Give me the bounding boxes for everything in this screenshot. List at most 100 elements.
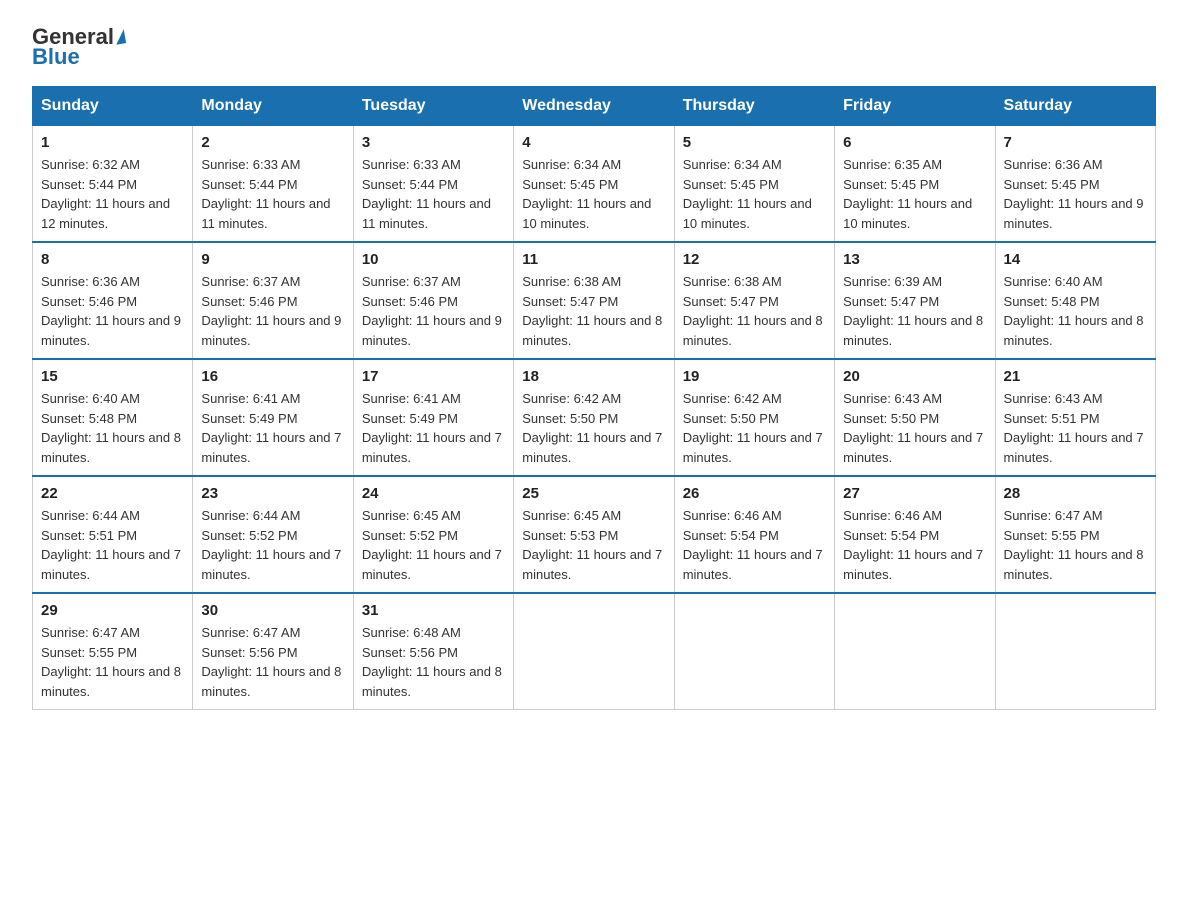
calendar-cell: 26 Sunrise: 6:46 AM Sunset: 5:54 PM Dayl… — [674, 476, 834, 593]
day-info: Sunrise: 6:48 AM Sunset: 5:56 PM Dayligh… — [362, 623, 505, 701]
day-number: 5 — [683, 134, 826, 151]
calendar-cell: 1 Sunrise: 6:32 AM Sunset: 5:44 PM Dayli… — [33, 126, 193, 243]
day-info: Sunrise: 6:47 AM Sunset: 5:55 PM Dayligh… — [1004, 506, 1147, 584]
day-info: Sunrise: 6:35 AM Sunset: 5:45 PM Dayligh… — [843, 155, 986, 233]
calendar-header-monday: Monday — [193, 87, 353, 126]
day-number: 22 — [41, 485, 184, 502]
calendar-table: SundayMondayTuesdayWednesdayThursdayFrid… — [32, 86, 1156, 710]
day-number: 18 — [522, 368, 665, 385]
day-number: 25 — [522, 485, 665, 502]
day-info: Sunrise: 6:41 AM Sunset: 5:49 PM Dayligh… — [201, 389, 344, 467]
page-header: General Blue — [32, 24, 1156, 70]
calendar-header-row: SundayMondayTuesdayWednesdayThursdayFrid… — [33, 87, 1156, 126]
calendar-week-row: 22 Sunrise: 6:44 AM Sunset: 5:51 PM Dayl… — [33, 476, 1156, 593]
day-info: Sunrise: 6:45 AM Sunset: 5:53 PM Dayligh… — [522, 506, 665, 584]
day-info: Sunrise: 6:47 AM Sunset: 5:56 PM Dayligh… — [201, 623, 344, 701]
day-number: 12 — [683, 251, 826, 268]
day-info: Sunrise: 6:34 AM Sunset: 5:45 PM Dayligh… — [683, 155, 826, 233]
day-info: Sunrise: 6:43 AM Sunset: 5:50 PM Dayligh… — [843, 389, 986, 467]
day-info: Sunrise: 6:36 AM Sunset: 5:45 PM Dayligh… — [1004, 155, 1147, 233]
calendar-header-tuesday: Tuesday — [353, 87, 513, 126]
day-info: Sunrise: 6:42 AM Sunset: 5:50 PM Dayligh… — [522, 389, 665, 467]
day-number: 14 — [1004, 251, 1147, 268]
calendar-week-row: 29 Sunrise: 6:47 AM Sunset: 5:55 PM Dayl… — [33, 593, 1156, 710]
calendar-cell — [674, 593, 834, 710]
calendar-cell: 14 Sunrise: 6:40 AM Sunset: 5:48 PM Dayl… — [995, 242, 1155, 359]
logo-triangle-icon — [114, 29, 126, 45]
day-number: 6 — [843, 134, 986, 151]
day-info: Sunrise: 6:40 AM Sunset: 5:48 PM Dayligh… — [1004, 272, 1147, 350]
calendar-cell: 21 Sunrise: 6:43 AM Sunset: 5:51 PM Dayl… — [995, 359, 1155, 476]
calendar-cell: 20 Sunrise: 6:43 AM Sunset: 5:50 PM Dayl… — [835, 359, 995, 476]
day-number: 20 — [843, 368, 986, 385]
calendar-cell: 27 Sunrise: 6:46 AM Sunset: 5:54 PM Dayl… — [835, 476, 995, 593]
calendar-cell: 19 Sunrise: 6:42 AM Sunset: 5:50 PM Dayl… — [674, 359, 834, 476]
calendar-week-row: 1 Sunrise: 6:32 AM Sunset: 5:44 PM Dayli… — [33, 126, 1156, 243]
calendar-cell: 9 Sunrise: 6:37 AM Sunset: 5:46 PM Dayli… — [193, 242, 353, 359]
calendar-cell: 7 Sunrise: 6:36 AM Sunset: 5:45 PM Dayli… — [995, 126, 1155, 243]
calendar-header-thursday: Thursday — [674, 87, 834, 126]
calendar-cell: 22 Sunrise: 6:44 AM Sunset: 5:51 PM Dayl… — [33, 476, 193, 593]
day-info: Sunrise: 6:42 AM Sunset: 5:50 PM Dayligh… — [683, 389, 826, 467]
logo-blue-text: Blue — [32, 44, 80, 70]
day-number: 2 — [201, 134, 344, 151]
calendar-cell: 2 Sunrise: 6:33 AM Sunset: 5:44 PM Dayli… — [193, 126, 353, 243]
day-number: 8 — [41, 251, 184, 268]
day-info: Sunrise: 6:38 AM Sunset: 5:47 PM Dayligh… — [683, 272, 826, 350]
day-number: 11 — [522, 251, 665, 268]
day-info: Sunrise: 6:39 AM Sunset: 5:47 PM Dayligh… — [843, 272, 986, 350]
day-info: Sunrise: 6:44 AM Sunset: 5:51 PM Dayligh… — [41, 506, 184, 584]
calendar-cell: 29 Sunrise: 6:47 AM Sunset: 5:55 PM Dayl… — [33, 593, 193, 710]
day-number: 26 — [683, 485, 826, 502]
calendar-cell: 15 Sunrise: 6:40 AM Sunset: 5:48 PM Dayl… — [33, 359, 193, 476]
day-info: Sunrise: 6:47 AM Sunset: 5:55 PM Dayligh… — [41, 623, 184, 701]
calendar-cell: 18 Sunrise: 6:42 AM Sunset: 5:50 PM Dayl… — [514, 359, 674, 476]
day-info: Sunrise: 6:36 AM Sunset: 5:46 PM Dayligh… — [41, 272, 184, 350]
calendar-cell: 13 Sunrise: 6:39 AM Sunset: 5:47 PM Dayl… — [835, 242, 995, 359]
calendar-cell: 31 Sunrise: 6:48 AM Sunset: 5:56 PM Dayl… — [353, 593, 513, 710]
day-info: Sunrise: 6:37 AM Sunset: 5:46 PM Dayligh… — [201, 272, 344, 350]
day-number: 4 — [522, 134, 665, 151]
day-number: 17 — [362, 368, 505, 385]
calendar-cell: 28 Sunrise: 6:47 AM Sunset: 5:55 PM Dayl… — [995, 476, 1155, 593]
day-number: 3 — [362, 134, 505, 151]
day-number: 27 — [843, 485, 986, 502]
calendar-week-row: 8 Sunrise: 6:36 AM Sunset: 5:46 PM Dayli… — [33, 242, 1156, 359]
calendar-cell: 11 Sunrise: 6:38 AM Sunset: 5:47 PM Dayl… — [514, 242, 674, 359]
day-number: 23 — [201, 485, 344, 502]
calendar-cell: 23 Sunrise: 6:44 AM Sunset: 5:52 PM Dayl… — [193, 476, 353, 593]
calendar-cell: 17 Sunrise: 6:41 AM Sunset: 5:49 PM Dayl… — [353, 359, 513, 476]
day-number: 19 — [683, 368, 826, 385]
calendar-cell: 12 Sunrise: 6:38 AM Sunset: 5:47 PM Dayl… — [674, 242, 834, 359]
calendar-header-wednesday: Wednesday — [514, 87, 674, 126]
day-info: Sunrise: 6:44 AM Sunset: 5:52 PM Dayligh… — [201, 506, 344, 584]
day-info: Sunrise: 6:40 AM Sunset: 5:48 PM Dayligh… — [41, 389, 184, 467]
day-info: Sunrise: 6:33 AM Sunset: 5:44 PM Dayligh… — [201, 155, 344, 233]
calendar-cell — [514, 593, 674, 710]
day-info: Sunrise: 6:41 AM Sunset: 5:49 PM Dayligh… — [362, 389, 505, 467]
calendar-cell: 24 Sunrise: 6:45 AM Sunset: 5:52 PM Dayl… — [353, 476, 513, 593]
calendar-header-saturday: Saturday — [995, 87, 1155, 126]
day-info: Sunrise: 6:46 AM Sunset: 5:54 PM Dayligh… — [683, 506, 826, 584]
day-info: Sunrise: 6:46 AM Sunset: 5:54 PM Dayligh… — [843, 506, 986, 584]
calendar-cell: 8 Sunrise: 6:36 AM Sunset: 5:46 PM Dayli… — [33, 242, 193, 359]
day-info: Sunrise: 6:43 AM Sunset: 5:51 PM Dayligh… — [1004, 389, 1147, 467]
day-number: 13 — [843, 251, 986, 268]
day-info: Sunrise: 6:32 AM Sunset: 5:44 PM Dayligh… — [41, 155, 184, 233]
day-number: 24 — [362, 485, 505, 502]
day-info: Sunrise: 6:38 AM Sunset: 5:47 PM Dayligh… — [522, 272, 665, 350]
day-number: 31 — [362, 602, 505, 619]
day-number: 30 — [201, 602, 344, 619]
calendar-cell: 5 Sunrise: 6:34 AM Sunset: 5:45 PM Dayli… — [674, 126, 834, 243]
day-number: 1 — [41, 134, 184, 151]
day-info: Sunrise: 6:33 AM Sunset: 5:44 PM Dayligh… — [362, 155, 505, 233]
calendar-header-friday: Friday — [835, 87, 995, 126]
day-number: 9 — [201, 251, 344, 268]
calendar-cell — [835, 593, 995, 710]
day-number: 15 — [41, 368, 184, 385]
calendar-cell: 4 Sunrise: 6:34 AM Sunset: 5:45 PM Dayli… — [514, 126, 674, 243]
day-number: 10 — [362, 251, 505, 268]
calendar-cell: 25 Sunrise: 6:45 AM Sunset: 5:53 PM Dayl… — [514, 476, 674, 593]
calendar-cell: 16 Sunrise: 6:41 AM Sunset: 5:49 PM Dayl… — [193, 359, 353, 476]
day-info: Sunrise: 6:45 AM Sunset: 5:52 PM Dayligh… — [362, 506, 505, 584]
